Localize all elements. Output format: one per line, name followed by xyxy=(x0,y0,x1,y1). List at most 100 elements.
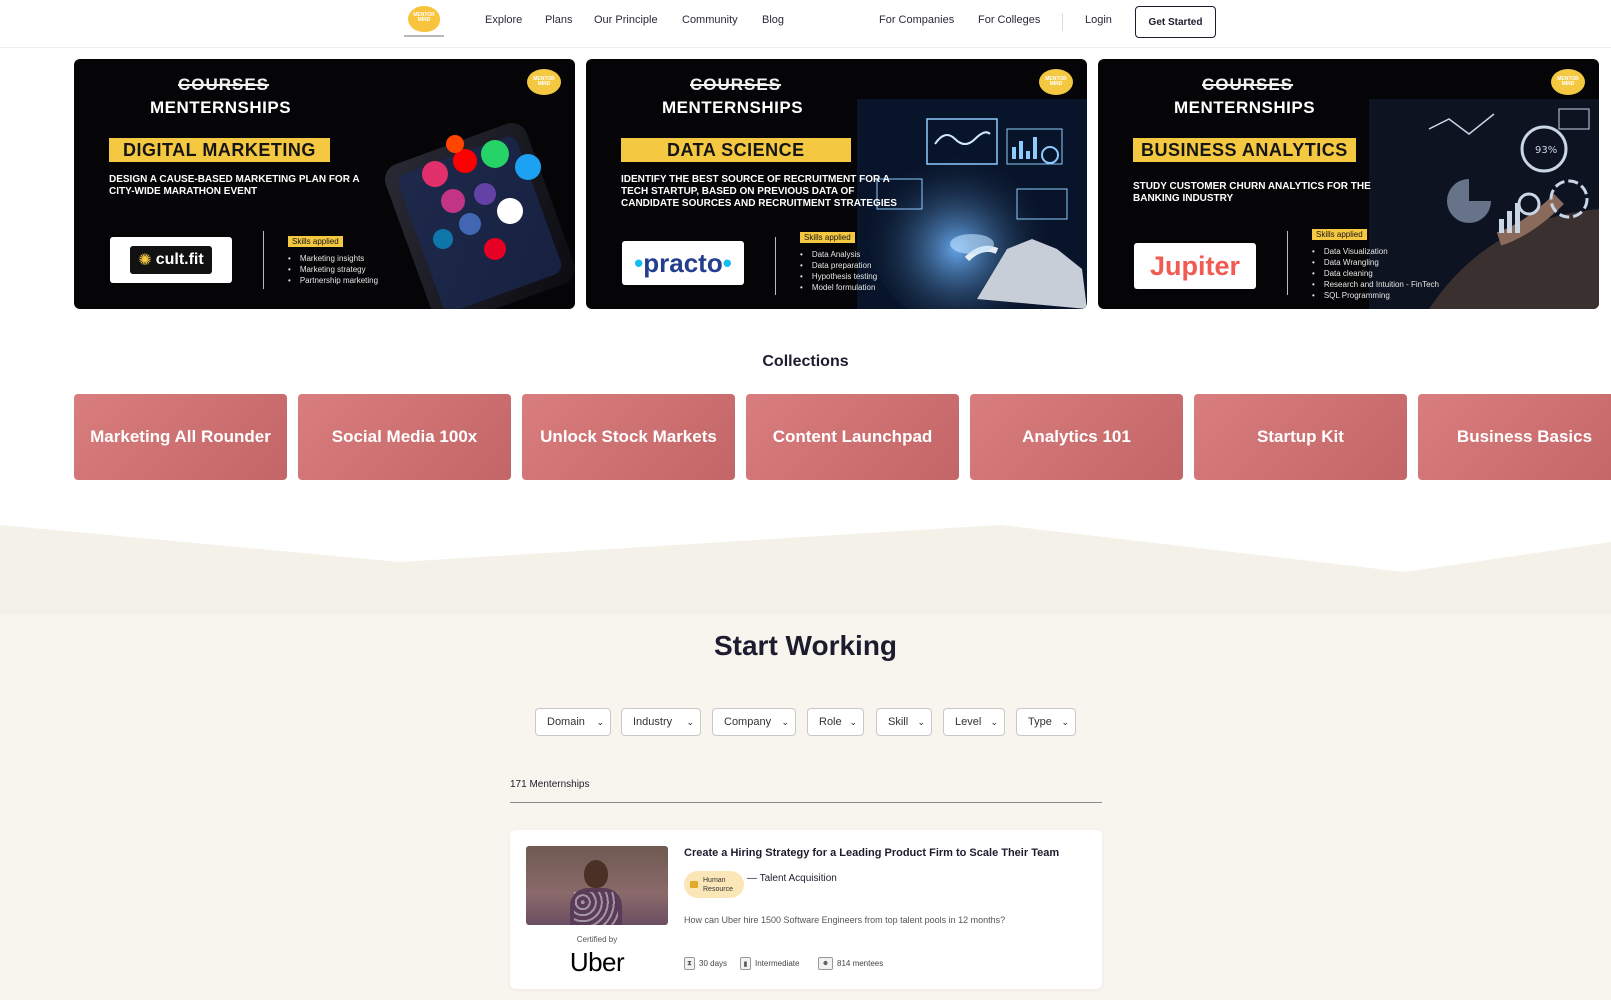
nav-for-companies[interactable]: For Companies xyxy=(879,14,954,26)
banner-domain-tag: DIGITAL MARKETING xyxy=(109,138,330,162)
banner-domain-tag: DATA SCIENCE xyxy=(621,138,851,162)
phone-social-icons-illustration xyxy=(384,122,575,309)
count-divider xyxy=(510,802,1102,803)
nav-plans[interactable]: Plans xyxy=(545,14,573,26)
top-navbar: MENTOR MIND Explore Plans Our Principle … xyxy=(0,0,1611,48)
banner-heading: MENTERNSHIPS xyxy=(662,98,804,117)
chevron-down-icon: ⌄ xyxy=(849,716,857,727)
logo-tagline xyxy=(404,35,444,37)
cultfit-logo: ✺ cult.fit xyxy=(130,246,212,274)
page: MENTOR MIND Explore Plans Our Principle … xyxy=(0,0,1611,1000)
skill-item: Partnership marketing xyxy=(288,275,378,286)
skill-item: Data Wrangling xyxy=(1312,257,1439,268)
jupiter-logo: Jupiter xyxy=(1149,250,1241,281)
banner-data-science[interactable]: MENTOR MIND COURSES MENTERNSHIPS DATA SC… xyxy=(586,59,1087,309)
skills-list: Data Analysis Data preparation Hypothesi… xyxy=(800,249,877,293)
banner-business-analytics[interactable]: MENTOR MIND 93% COURSES MENTERNSHIPS BUS… xyxy=(1098,59,1599,309)
chevron-down-icon: ⌄ xyxy=(596,716,604,727)
filter-domain[interactable]: Domain ⌄ xyxy=(535,708,611,736)
domain-badge: Human Resource xyxy=(684,871,744,898)
filter-company[interactable]: Company ⌄ xyxy=(712,708,796,736)
skills-list: Data Visualization Data Wrangling Data c… xyxy=(1312,246,1439,301)
skills-applied-label: Skills applied xyxy=(1312,229,1367,240)
banner-description: DESIGN A CAUSE-BASED MARKETING PLAN FOR … xyxy=(109,174,360,197)
skills-applied-label: Skills applied xyxy=(288,236,343,247)
collection-card[interactable]: Unlock Stock Markets xyxy=(522,394,735,480)
company-logo-box: ✺ cult.fit xyxy=(110,237,232,283)
skill-item: Data Analysis xyxy=(800,249,877,260)
certified-by-label: Certified by xyxy=(576,935,618,944)
collection-card[interactable]: Social Media 100x xyxy=(298,394,511,480)
chevron-down-icon: ⌄ xyxy=(1061,716,1069,727)
skills-applied-label: Skills applied xyxy=(800,232,855,243)
mentor-mind-logo[interactable]: MENTOR MIND xyxy=(404,6,444,38)
chevron-down-icon: ⌄ xyxy=(990,716,998,727)
practo-logo: •practo• xyxy=(634,247,732,278)
banner-heading: MENTERNSHIPS xyxy=(1174,98,1316,117)
nav-blog[interactable]: Blog xyxy=(762,14,784,26)
collection-card[interactable]: Analytics 101 xyxy=(970,394,1183,480)
skill-item: Data preparation xyxy=(800,260,877,271)
uber-logo: Uber xyxy=(569,947,625,977)
filter-level[interactable]: Level ⌄ xyxy=(943,708,1005,736)
start-working-title: Start Working xyxy=(713,630,898,661)
nav-login[interactable]: Login xyxy=(1085,14,1112,26)
level-meta: ▮ Intermediate xyxy=(740,957,799,970)
chevron-down-icon: ⌄ xyxy=(917,716,925,727)
nav-community[interactable]: Community xyxy=(682,14,738,26)
mentor-video-thumbnail[interactable] xyxy=(526,846,668,925)
skill-item: Data cleaning xyxy=(1312,268,1439,279)
banner-digital-marketing[interactable]: MENTOR MIND COURSES MENTERNSHIPS DIGITAL… xyxy=(74,59,575,309)
filter-industry[interactable]: Industry ⌄ xyxy=(621,708,701,736)
banner-heading: MENTERNSHIPS xyxy=(150,98,292,117)
banner-strike-text: COURSES xyxy=(690,75,782,94)
people-icon: ☻ xyxy=(818,957,833,970)
duration-meta: ⧗ 30 days xyxy=(684,957,727,970)
banner-strike-text: COURSES xyxy=(1202,75,1294,94)
menternship-description: How can Uber hire 1500 Software Engineer… xyxy=(684,915,1006,925)
skill-item: Marketing insights xyxy=(288,253,378,264)
collection-card[interactable]: Startup Kit xyxy=(1194,394,1407,480)
collection-card[interactable]: Marketing All Rounder xyxy=(74,394,287,480)
svg-text:93%: 93% xyxy=(1535,145,1557,156)
logo-text: MENTOR MIND xyxy=(413,12,435,23)
skills-list: Marketing insights Marketing strategy Pa… xyxy=(288,253,378,286)
skill-item: Data Visualization xyxy=(1312,246,1439,257)
filter-skill[interactable]: Skill ⌄ xyxy=(876,708,932,736)
banner-domain-tag: BUSINESS ANALYTICS xyxy=(1133,138,1356,162)
company-logo-box: Jupiter xyxy=(1134,243,1256,289)
banner-divider xyxy=(775,237,776,295)
filter-role[interactable]: Role ⌄ xyxy=(807,708,864,736)
chevron-down-icon: ⌄ xyxy=(686,716,694,727)
company-logo-box: •practo• xyxy=(622,241,744,285)
collection-card[interactable]: Business Basics xyxy=(1418,394,1611,480)
chevron-down-icon: ⌄ xyxy=(781,716,789,727)
banner-divider xyxy=(263,231,264,289)
mentees-meta: ☻ 814 mentees xyxy=(818,957,883,970)
briefcase-icon xyxy=(690,881,698,888)
banner-strike-text: COURSES xyxy=(178,75,270,94)
banner-description: STUDY CUSTOMER CHURN ANALYTICS FOR THE B… xyxy=(1133,181,1371,204)
banner-logo-icon: MENTOR MIND xyxy=(1551,69,1585,97)
nav-for-colleges[interactable]: For Colleges xyxy=(978,14,1040,26)
menternship-title[interactable]: Create a Hiring Strategy for a Leading P… xyxy=(684,847,1084,859)
filter-type[interactable]: Type ⌄ xyxy=(1016,708,1076,736)
banner-divider xyxy=(1287,231,1288,295)
nav-our-principle[interactable]: Our Principle xyxy=(594,14,658,26)
get-started-button[interactable]: Get Started xyxy=(1135,6,1216,38)
bar-chart-icon: ▮ xyxy=(740,957,751,970)
skill-item: Marketing strategy xyxy=(288,264,378,275)
collection-card[interactable]: Content Launchpad xyxy=(746,394,959,480)
skill-item: Hypothesis testing xyxy=(800,271,877,282)
skill-item: Model formulation xyxy=(800,282,877,293)
collections-title: Collections xyxy=(762,353,849,370)
menternship-card[interactable]: Certified by Uber Create a Hiring Strate… xyxy=(510,830,1102,989)
nav-explore[interactable]: Explore xyxy=(485,14,522,26)
banner-logo-icon: MENTOR MIND xyxy=(1039,69,1073,97)
menternship-count: 171 Menternships xyxy=(510,779,590,790)
skill-item: SQL Programming xyxy=(1312,290,1439,301)
banner-logo-icon: MENTOR MIND xyxy=(527,69,561,97)
skill-item: Research and Intuition - FinTech xyxy=(1312,279,1439,290)
hourglass-icon: ⧗ xyxy=(684,957,695,970)
role-label: — Talent Acquisition xyxy=(747,873,837,884)
